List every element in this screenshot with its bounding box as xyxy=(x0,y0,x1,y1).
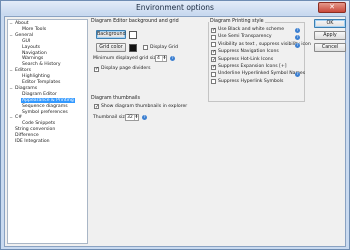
printing-option-label: Use Semi Transparency xyxy=(218,34,272,40)
display-grid-label: Display Grid xyxy=(150,44,179,50)
tree-expander-icon[interactable]: − xyxy=(9,68,14,74)
help-icon[interactable]: ? xyxy=(295,42,300,48)
checkbox-box[interactable] xyxy=(211,35,216,41)
ok-button[interactable]: OK xyxy=(314,19,346,28)
grid-color-button[interactable]: Grid color xyxy=(96,43,126,52)
tree-expander-icon[interactable]: − xyxy=(9,115,14,121)
page-dividers-label: Display page dividers xyxy=(101,66,151,71)
close-icon: ✕ xyxy=(329,3,335,11)
thumbnail-size-spinner[interactable]: 32 ▲ ▼ xyxy=(125,113,139,121)
apply-button-label: Apply xyxy=(323,33,337,38)
background-color-swatch[interactable] xyxy=(129,30,137,39)
tree-item[interactable]: More Tools xyxy=(21,27,47,33)
checkbox-box[interactable] xyxy=(211,57,216,63)
printing-option-label: Use Black and white scheme xyxy=(218,27,285,32)
settings-panel: Diagram Editor background and grid Backg… xyxy=(89,17,311,246)
printing-option-label: Suppress Hot-Link Icons xyxy=(218,56,274,62)
options-window: Environment options ✕ − About More Tools − G… xyxy=(0,0,350,250)
show-thumbnails-label: Show diagram thumbnails in explorer xyxy=(101,103,188,109)
tree-item[interactable]: Symbol preferences xyxy=(21,110,69,116)
spinner-arrows-icon[interactable]: ▲ ▼ xyxy=(134,114,138,120)
tree-item[interactable]: IDE Integration xyxy=(14,139,51,145)
min-grid-size-help-icon[interactable]: ? xyxy=(170,55,175,61)
checkbox-box[interactable] xyxy=(211,64,216,71)
background-group-title: Diagram Editor background and grid xyxy=(91,19,179,24)
background-button-label: Background xyxy=(97,32,126,37)
tree-expander-icon[interactable]: − xyxy=(9,33,14,39)
tree-item[interactable]: Highlighting xyxy=(21,74,51,80)
tree-item[interactable]: Editors xyxy=(14,68,32,74)
display-grid-box[interactable] xyxy=(143,45,148,51)
tree-item[interactable]: Diagram Editor xyxy=(21,92,58,98)
printing-style-group-title: Diagram Printing style xyxy=(209,19,265,24)
spinner-arrows-icon[interactable]: ▲ ▼ xyxy=(162,55,166,61)
min-grid-size-spinner[interactable]: 4 ▲ ▼ xyxy=(155,54,167,62)
close-button[interactable]: ✕ xyxy=(318,2,346,13)
thumbnail-size-help-icon[interactable]: ? xyxy=(142,114,147,120)
tree-expander-icon[interactable]: − xyxy=(9,21,14,27)
dialog-client: − About More Tools − General GUI Layouts Naviga… xyxy=(4,16,346,247)
thumbnails-group-title: Diagram thumbnails xyxy=(91,96,140,101)
apply-button[interactable]: Apply xyxy=(314,31,346,40)
grid-color-swatch[interactable] xyxy=(129,43,137,52)
min-grid-size-value: 4 xyxy=(157,55,160,61)
help-icon[interactable]: ? xyxy=(295,27,300,33)
title-bar[interactable]: Environment options ✕ xyxy=(1,1,349,15)
background-button[interactable]: Background xyxy=(96,30,126,39)
thumbnail-size-label: Thumbnail size xyxy=(93,114,128,120)
cancel-button[interactable]: Cancel xyxy=(314,43,346,52)
page-dividers-box[interactable] xyxy=(94,66,99,73)
printing-option-label: Suppress Hyperlink Symbols xyxy=(218,78,284,84)
show-thumbnails-box[interactable] xyxy=(94,104,99,110)
printing-option-label: Suppress Navigation Icons xyxy=(218,49,279,55)
printing-option-label: Underline Hyperlinked Symbol Names xyxy=(218,71,306,77)
window-title: Environment options xyxy=(136,3,214,12)
checkbox-box[interactable] xyxy=(211,72,216,78)
tree-expander-icon[interactable]: − xyxy=(9,86,14,92)
ok-button-label: OK xyxy=(326,21,334,26)
tree-item[interactable]: String conversion xyxy=(14,127,56,133)
checkbox-box[interactable] xyxy=(211,79,216,85)
grid-color-button-label: Grid color xyxy=(99,45,123,50)
printing-option-label: Suppress Expansion Icons [+] xyxy=(218,64,287,69)
tree-item[interactable]: Difference xyxy=(14,133,40,139)
tree-item[interactable]: Diagrams xyxy=(14,86,38,92)
checkbox-box[interactable] xyxy=(211,49,216,56)
tree-item[interactable]: Layouts xyxy=(21,45,41,51)
tree-item[interactable]: General xyxy=(14,33,34,39)
tree-item[interactable]: GUI xyxy=(21,39,31,45)
tree-item[interactable]: About xyxy=(14,21,30,27)
checkbox-box[interactable] xyxy=(211,27,216,34)
checkbox-box[interactable] xyxy=(211,42,216,48)
thumbnail-size-value: 32 xyxy=(127,114,133,120)
options-tree[interactable]: − About More Tools − General GUI Layouts Naviga… xyxy=(7,19,88,244)
tree-item[interactable]: Appearance & Printing xyxy=(21,97,75,104)
tree-item[interactable]: Editor Templates xyxy=(21,80,61,86)
tree-item[interactable]: Sequence diagrams xyxy=(21,104,69,110)
min-grid-size-label: Minimum displayed grid size xyxy=(93,55,159,61)
cancel-button-label: Cancel xyxy=(321,45,339,50)
